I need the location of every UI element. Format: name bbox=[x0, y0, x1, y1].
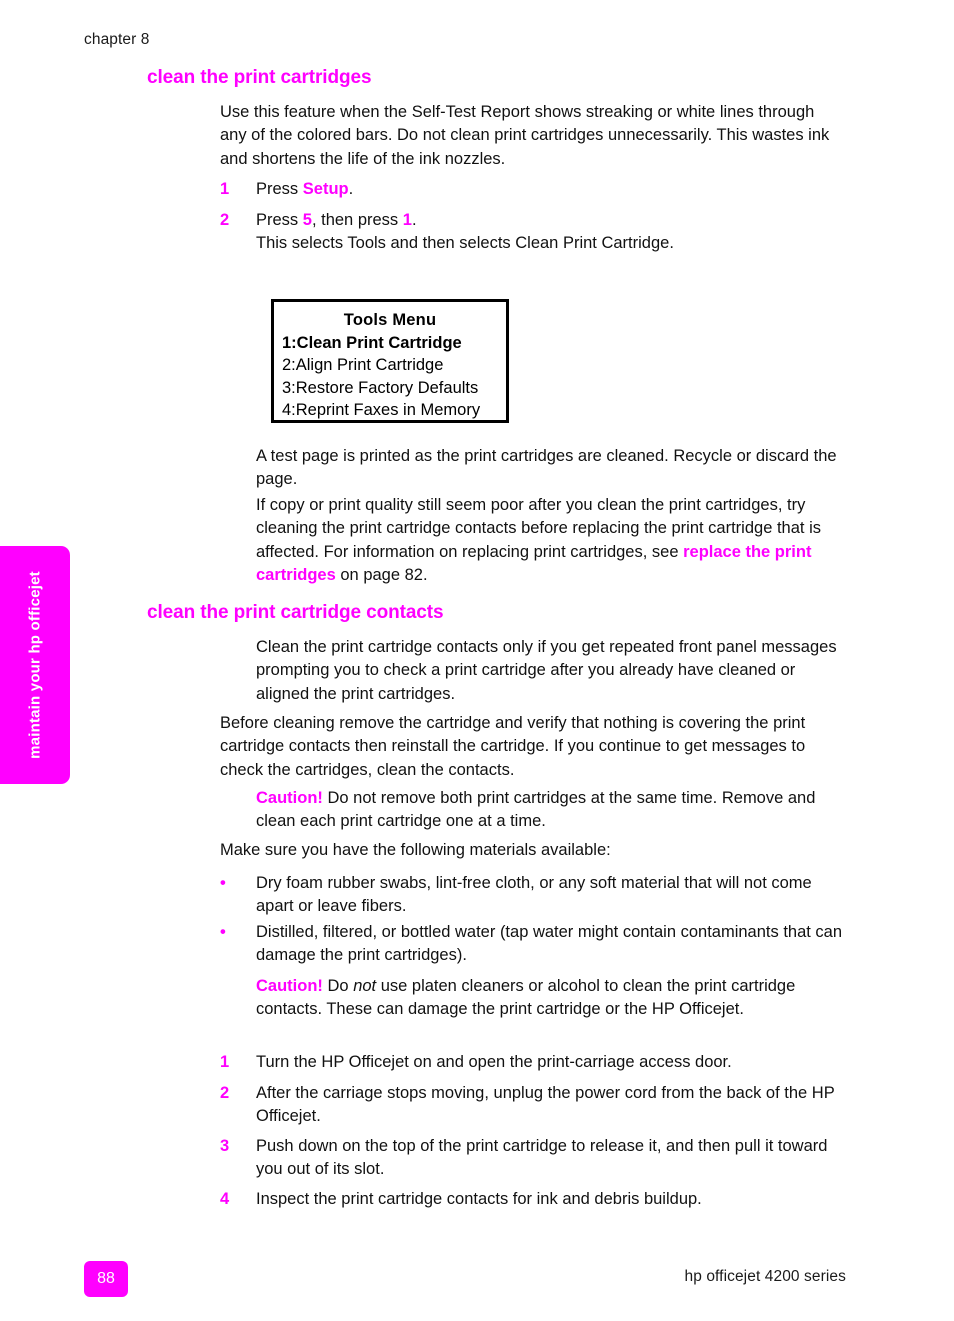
step-text: Press 5, then press 1. This selects Tools… bbox=[256, 209, 846, 256]
step-number: 3 bbox=[220, 1137, 230, 1155]
caution-text-italic: not bbox=[353, 977, 377, 995]
step-subtext: This selects Tools and then selects Clea… bbox=[256, 234, 674, 253]
list-item-text: Dry foam rubber swabs, lint-free cloth, … bbox=[256, 874, 812, 916]
step-number: 2 bbox=[220, 211, 230, 229]
caution-text-segment: Do bbox=[327, 977, 354, 995]
step-item: 1 Turn the HP Officejet on and open the … bbox=[220, 1051, 846, 1074]
list-item: • Distilled, filtered, or bottled water … bbox=[220, 921, 846, 968]
step-text-segment: Press bbox=[256, 211, 303, 229]
tools-menu-item-align-print-cartridge: 2:Align Print Cartridge bbox=[282, 356, 444, 374]
step-text: After the carriage stops moving, unplug … bbox=[256, 1084, 835, 1126]
key-1-emphasis: 1 bbox=[402, 211, 412, 229]
intro-paragraph-clean-cartridges: Use this feature when the Self-Test Repo… bbox=[220, 103, 830, 168]
paragraph-segment: on page 82. bbox=[335, 565, 428, 584]
list-item: • Dry foam rubber swabs, lint-free cloth… bbox=[220, 872, 846, 919]
document-page: chapter 8 maintain your hp officejet cle… bbox=[0, 0, 954, 1321]
heading-clean-the-print-cartridge-contacts: clean the print cartridge contacts bbox=[147, 602, 444, 623]
page-number-badge: 88 bbox=[84, 1261, 128, 1297]
paragraph-materials-intro: Make sure you have the following materia… bbox=[220, 841, 611, 859]
step-text: Push down on the top of the print cartri… bbox=[256, 1137, 828, 1179]
step-text-before: Press bbox=[256, 180, 303, 198]
step-item: 2 After the carriage stops moving, unplu… bbox=[220, 1082, 846, 1129]
paragraph-test-page: A test page is printed as the print cart… bbox=[256, 447, 837, 489]
footer-product-name: hp officejet 4200 series bbox=[684, 1268, 846, 1285]
paragraph-quality-still-poor: If copy or print quality still seem poor… bbox=[256, 494, 846, 587]
step-number: 2 bbox=[220, 1084, 230, 1102]
tools-menu-item-clean-print-cartridge: 1:Clean Print Cartridge bbox=[282, 333, 462, 352]
caution-note-two: Caution! Do not use platen cleaners or a… bbox=[256, 975, 846, 1022]
caution-note-one: Caution! Do not remove both print cartri… bbox=[256, 787, 846, 834]
step-item: 1 Press Setup. bbox=[220, 178, 846, 201]
step-number: 1 bbox=[220, 1053, 230, 1071]
caution-text: Do not remove both print cartridges at t… bbox=[256, 789, 816, 831]
paragraph-before-cleaning: Before cleaning remove the cartridge and… bbox=[220, 714, 806, 779]
bullet-icon: • bbox=[220, 874, 226, 892]
key-5-emphasis: 5 bbox=[302, 211, 312, 229]
step-text-segment: . bbox=[411, 211, 417, 229]
side-tab-maintain: maintain your hp officejet bbox=[0, 546, 70, 784]
side-tab-label: maintain your hp officejet bbox=[26, 571, 44, 759]
step-item: 3 Push down on the top of the print cart… bbox=[220, 1135, 846, 1182]
caution-label: Caution! bbox=[256, 977, 323, 995]
step-item: 4 Inspect the print cartridge contacts f… bbox=[220, 1188, 846, 1211]
chapter-header: chapter 8 bbox=[84, 31, 150, 48]
setup-key-emphasis: Setup bbox=[302, 180, 349, 198]
bullet-icon: • bbox=[220, 923, 226, 941]
step-text-after: . bbox=[348, 180, 354, 198]
step-text-segment: , then press bbox=[311, 211, 403, 229]
page-number: 88 bbox=[97, 1270, 115, 1287]
heading-clean-the-print-cartridges: clean the print cartridges bbox=[147, 67, 372, 88]
tools-menu-item-restore-factory-defaults: 3:Restore Factory Defaults bbox=[282, 378, 479, 397]
tools-menu-display-box: Tools Menu 1:Clean Print Cartridge 2:Ali… bbox=[271, 299, 509, 423]
tools-menu-title: Tools Menu bbox=[343, 311, 437, 329]
tools-menu-item-reprint-faxes-in-memory: 4:Reprint Faxes in Memory bbox=[282, 401, 481, 419]
caution-label: Caution! bbox=[256, 789, 323, 807]
list-item-text: Distilled, filtered, or bottled water (t… bbox=[256, 923, 843, 965]
step-text: Inspect the print cartridge contacts for… bbox=[256, 1190, 702, 1208]
step-number: 4 bbox=[220, 1190, 230, 1208]
paragraph-clean-contacts-when: Clean the print cartridge contacts only … bbox=[256, 638, 837, 703]
step-item: 2 Press 5, then press 1. This selects Too… bbox=[220, 209, 846, 256]
step-number: 1 bbox=[220, 180, 230, 198]
step-text: Press Setup. bbox=[256, 178, 846, 201]
step-text: Turn the HP Officejet on and open the pr… bbox=[256, 1053, 732, 1071]
